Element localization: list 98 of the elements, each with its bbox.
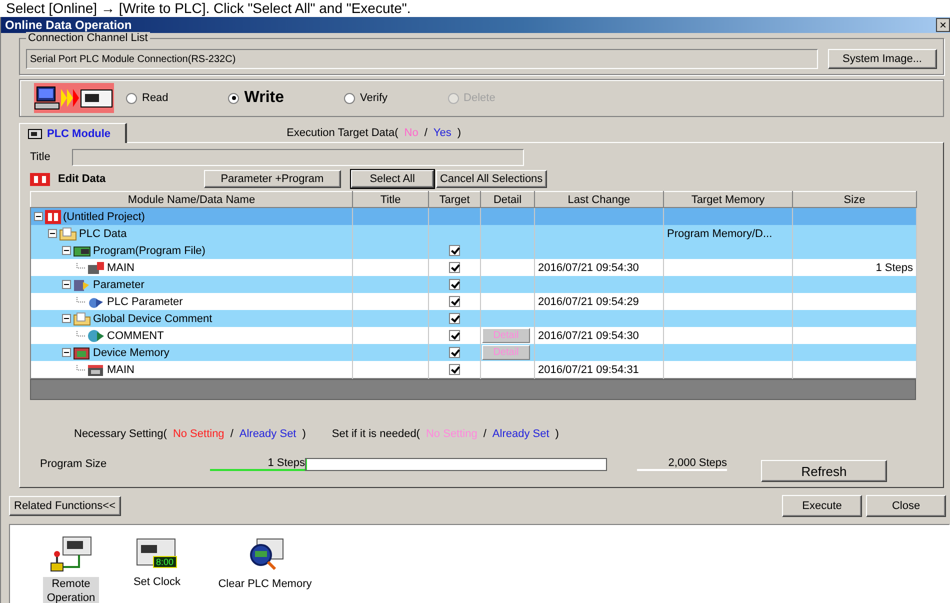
parameter-icon	[73, 278, 91, 292]
target-checkbox[interactable]	[449, 262, 460, 273]
max-size-text: 2,000 Steps	[637, 457, 727, 471]
select-all-button[interactable]: Select All	[350, 170, 434, 188]
tree-item-label: MAIN	[107, 262, 134, 274]
execute-button[interactable]: Execute	[782, 495, 862, 517]
table-row[interactable]: PLC Parameter 2016/07/21 09:54:29	[30, 293, 916, 310]
pc-to-plc-write-icon	[34, 83, 114, 113]
tree-item-label: PLC Data	[79, 228, 127, 240]
function-item[interactable]: Remote Operation	[43, 577, 99, 603]
target-checkbox[interactable]	[449, 347, 460, 358]
program-icon	[73, 244, 91, 258]
group-label: Connection Channel List	[26, 32, 150, 44]
section-label: Edit Data	[58, 173, 106, 185]
radio-label: Write	[244, 89, 284, 107]
table-row[interactable]: (Untitled Project)	[30, 208, 916, 225]
target-memory-cell: Program Memory/D...	[664, 225, 792, 242]
instruction-text: Select [Online] → [Write to PLC]. Click "Select All" and "Execute".	[5, 0, 412, 17]
connection-field[interactable]: Serial Port PLC Module Connection(RS-232C)	[26, 49, 818, 69]
radio-button[interactable]	[344, 92, 356, 104]
field-label: Program Size	[39, 458, 108, 470]
folder-icon	[73, 312, 91, 326]
module-icon	[28, 128, 42, 138]
column-header[interactable]: Target Memory	[664, 192, 792, 208]
tree-item-label: Device Memory	[93, 346, 170, 358]
field-label: Title	[30, 151, 50, 163]
comment-file-icon	[87, 328, 105, 342]
program-file-icon	[87, 260, 105, 274]
tree-item-label: (Untitled Project)	[63, 210, 145, 222]
target-checkbox[interactable]	[449, 330, 460, 341]
close-button[interactable]: Close	[866, 495, 946, 517]
refresh-button[interactable]: Refresh	[761, 460, 887, 482]
target-checkbox[interactable]	[449, 245, 460, 256]
setting-legend: Already Set	[239, 428, 296, 440]
setting-legend: )	[555, 428, 559, 440]
tab[interactable]: PLC Module	[19, 123, 127, 143]
setting-legend: /	[230, 428, 234, 440]
remote-operation-icon	[49, 535, 93, 573]
tree-item-label: COMMENT	[107, 330, 164, 342]
setting-legend: )	[302, 428, 306, 440]
function-item[interactable]: Clear PLC Memory	[215, 577, 315, 591]
target-data-legend: )	[457, 127, 462, 139]
column-header[interactable]: Detail	[480, 192, 534, 208]
setting-legend: Necessary Setting(	[74, 428, 167, 440]
function-item[interactable]: Set Clock	[130, 575, 184, 589]
tree-item-label: Global Device Comment	[93, 312, 212, 324]
parameter-program-button[interactable]: Parameter +Program	[204, 170, 341, 188]
table-row[interactable]: Device Memory Detail	[30, 344, 916, 361]
last-change-cell: 2016/07/21 09:54:30	[534, 259, 664, 276]
tree-item-label: PLC Parameter	[107, 296, 183, 308]
project-icon	[45, 210, 61, 224]
target-checkbox[interactable]	[449, 364, 460, 375]
table-row[interactable]: MAIN 2016/07/21 09:54:30 1 Steps	[30, 259, 916, 276]
column-header[interactable]: Last Change	[534, 192, 664, 208]
table-row[interactable]: Parameter	[30, 276, 916, 293]
target-checkbox[interactable]	[449, 279, 460, 290]
target-data-legend: Yes	[433, 127, 452, 139]
cancel-all-selections-button[interactable]: Cancel All Selections	[436, 170, 547, 188]
close-button[interactable]: ×	[936, 18, 950, 32]
setting-legend: Already Set	[492, 428, 550, 440]
target-data-legend: /	[424, 127, 428, 139]
last-change-cell: 2016/07/21 09:54:30	[534, 327, 664, 344]
radio-label: Read	[142, 92, 168, 104]
target-data-legend: Execution Target Data(	[286, 127, 398, 139]
setting-legend: /	[483, 428, 486, 440]
radio-button[interactable]	[126, 92, 137, 104]
radio-label: Verify	[360, 92, 388, 104]
title-field[interactable]	[72, 148, 524, 166]
setting-legend: No Setting	[426, 428, 478, 440]
column-header[interactable]: Size	[792, 192, 916, 208]
table-row[interactable]: MAIN 2016/07/21 09:54:31	[30, 361, 916, 378]
memory-file-icon	[87, 362, 105, 376]
table-row[interactable]: Program(Program File)	[30, 242, 916, 259]
size-cell: 1 Steps	[792, 259, 916, 276]
column-header[interactable]: Title	[352, 192, 428, 208]
table-row[interactable]: COMMENT Detail 2016/07/21 09:54:30	[30, 327, 916, 344]
clock-display: 8:00	[153, 556, 177, 568]
system-image-button[interactable]: System Image...	[828, 49, 937, 69]
target-checkbox[interactable]	[449, 313, 460, 324]
tree-item-label: Program(Program File)	[93, 244, 206, 256]
tree-item-label: Parameter	[93, 278, 144, 290]
edit-data-icon	[30, 172, 50, 186]
tree-item-label: MAIN	[107, 364, 134, 376]
table-row[interactable]: Global Device Comment	[30, 310, 916, 327]
table-row[interactable]: PLC Data Program Memory/D...	[30, 225, 916, 242]
folder-icon	[59, 226, 77, 240]
column-header[interactable]: Module Name/Data Name	[30, 192, 352, 208]
radio-button[interactable]	[228, 92, 240, 104]
last-change-cell: 2016/07/21 09:54:31	[534, 361, 664, 378]
setting-legend: No Setting	[172, 428, 224, 440]
last-change-cell: 2016/07/21 09:54:29	[534, 293, 664, 310]
memory-icon	[73, 346, 91, 360]
column-header[interactable]: Target	[428, 192, 480, 208]
target-data-legend: No	[404, 127, 418, 139]
window-title: Online Data Operation	[5, 18, 132, 32]
target-checkbox[interactable]	[449, 296, 460, 307]
setting-legend: Set if it is needed(	[332, 428, 420, 440]
related-functions-button[interactable]: Related Functions<<	[9, 496, 121, 516]
